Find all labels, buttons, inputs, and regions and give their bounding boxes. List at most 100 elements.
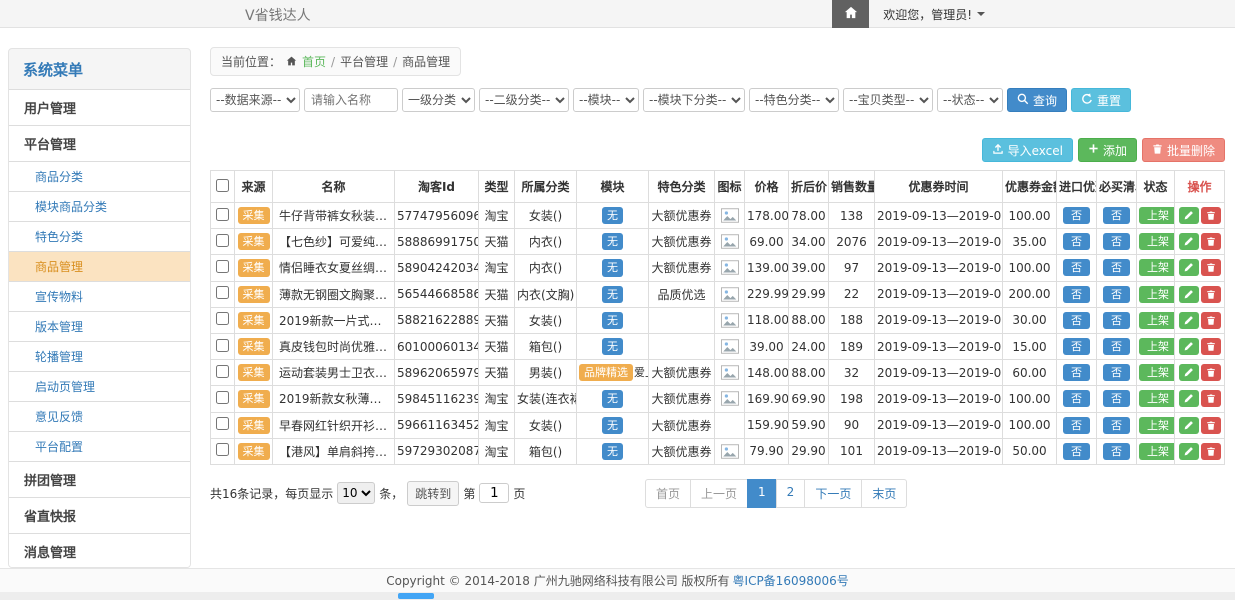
page-button[interactable]: 1 [747,479,777,508]
sidebar-item[interactable]: 平台配置 [9,431,190,461]
product-name-input[interactable] [304,88,398,112]
edit-button[interactable] [1179,207,1199,224]
edit-button[interactable] [1179,364,1199,381]
import-toggle-button[interactable]: 否 [1063,417,1090,434]
row-checkbox[interactable] [216,391,229,404]
status-button[interactable]: 上架 [1139,364,1175,381]
jump-button[interactable]: 跳转到 [407,481,459,506]
page-button[interactable]: 下一页 [804,479,862,508]
status-button[interactable]: 上架 [1139,312,1175,329]
import-toggle-button[interactable]: 否 [1063,364,1090,381]
status-button[interactable]: 上架 [1139,390,1175,407]
sidebar-item[interactable]: 启动页管理 [9,371,190,401]
delete-button[interactable] [1201,286,1221,303]
level1-category-select[interactable]: 一级分类 [402,88,475,112]
item-type-select[interactable]: --宝贝类型-- [843,88,933,112]
import-toggle-button[interactable]: 否 [1063,390,1090,407]
mustbuy-toggle-button[interactable]: 否 [1103,312,1130,329]
mustbuy-toggle-button[interactable]: 否 [1103,286,1130,303]
import-toggle-button[interactable]: 否 [1063,338,1090,355]
page-button[interactable]: 首页 [645,479,691,508]
import-toggle-button[interactable]: 否 [1063,207,1090,224]
sidebar-item[interactable]: 省直快报 [9,497,190,533]
edit-button[interactable] [1179,233,1199,250]
status-button[interactable]: 上架 [1139,286,1175,303]
sidebar-item[interactable]: 商品分类 [9,161,190,191]
import-toggle-button[interactable]: 否 [1063,286,1090,303]
user-menu[interactable]: 欢迎您，管理员! [883,6,985,23]
delete-button[interactable] [1201,259,1221,276]
edit-button[interactable] [1179,390,1199,407]
mustbuy-toggle-button[interactable]: 否 [1103,207,1130,224]
import-toggle-button[interactable]: 否 [1063,312,1090,329]
delete-button[interactable] [1201,364,1221,381]
import-toggle-button[interactable]: 否 [1063,443,1090,460]
row-checkbox[interactable] [216,286,229,299]
scrollbar-thumb[interactable] [398,593,434,599]
status-button[interactable]: 上架 [1139,207,1175,224]
sidebar-item[interactable]: 宣传物料 [9,281,190,311]
status-button[interactable]: 上架 [1139,259,1175,276]
sidebar-item[interactable]: 消息管理 [9,533,190,568]
import-toggle-button[interactable]: 否 [1063,233,1090,250]
import-toggle-button[interactable]: 否 [1063,259,1090,276]
select-all-checkbox[interactable] [216,179,229,192]
delete-button[interactable] [1201,207,1221,224]
query-button[interactable]: 查询 [1007,88,1067,112]
featured-category-select[interactable]: --特色分类-- [749,88,839,112]
page-button[interactable]: 末页 [861,479,907,508]
delete-button[interactable] [1201,390,1221,407]
status-button[interactable]: 上架 [1139,417,1175,434]
row-checkbox[interactable] [216,339,229,352]
sidebar-item[interactable]: 意见反馈 [9,401,190,431]
status-button[interactable]: 上架 [1139,233,1175,250]
per-page-select[interactable]: 10 [337,482,375,504]
edit-button[interactable] [1179,417,1199,434]
mustbuy-toggle-button[interactable]: 否 [1103,417,1130,434]
data-source-select[interactable]: --数据来源-- [210,88,300,112]
edit-button[interactable] [1179,443,1199,460]
page-number-input[interactable] [479,483,509,503]
sidebar-item[interactable]: 商品管理 [9,251,190,281]
row-checkbox[interactable] [216,312,229,325]
row-checkbox[interactable] [216,365,229,378]
edit-button[interactable] [1179,338,1199,355]
mustbuy-toggle-button[interactable]: 否 [1103,390,1130,407]
page-button[interactable]: 2 [776,479,806,508]
home-button[interactable] [832,0,869,28]
delete-button[interactable] [1201,338,1221,355]
edit-button[interactable] [1179,286,1199,303]
mustbuy-toggle-button[interactable]: 否 [1103,233,1130,250]
module-subcategory-select[interactable]: --模块下分类-- [643,88,745,112]
sidebar-item[interactable]: 轮播管理 [9,341,190,371]
breadcrumb-home-link[interactable]: 首页 [302,53,326,70]
row-checkbox[interactable] [216,208,229,221]
sidebar-item[interactable]: 版本管理 [9,311,190,341]
status-button[interactable]: 上架 [1139,338,1175,355]
sidebar-item[interactable]: 拼团管理 [9,461,190,497]
page-button[interactable]: 上一页 [690,479,748,508]
add-button[interactable]: 添加 [1078,138,1137,162]
icp-link[interactable]: 粤ICP备16098006号 [733,572,849,589]
status-button[interactable]: 上架 [1139,443,1175,460]
mustbuy-toggle-button[interactable]: 否 [1103,338,1130,355]
delete-button[interactable] [1201,443,1221,460]
edit-button[interactable] [1179,312,1199,329]
import-excel-button[interactable]: 导入excel [982,138,1073,162]
batch-delete-button[interactable]: 批量删除 [1142,138,1225,162]
row-checkbox[interactable] [216,417,229,430]
sidebar-item[interactable]: 平台管理 [9,125,190,161]
mustbuy-toggle-button[interactable]: 否 [1103,364,1130,381]
reset-button[interactable]: 重置 [1071,88,1131,112]
delete-button[interactable] [1201,312,1221,329]
horizontal-scrollbar[interactable] [0,592,1235,600]
level2-category-select[interactable]: --二级分类-- [479,88,569,112]
delete-button[interactable] [1201,233,1221,250]
row-checkbox[interactable] [216,443,229,456]
module-select[interactable]: --模块-- [573,88,639,112]
sidebar-item[interactable]: 模块商品分类 [9,191,190,221]
sidebar-item[interactable]: 用户管理 [9,89,190,125]
edit-button[interactable] [1179,259,1199,276]
status-select[interactable]: --状态-- [937,88,1003,112]
delete-button[interactable] [1201,417,1221,434]
